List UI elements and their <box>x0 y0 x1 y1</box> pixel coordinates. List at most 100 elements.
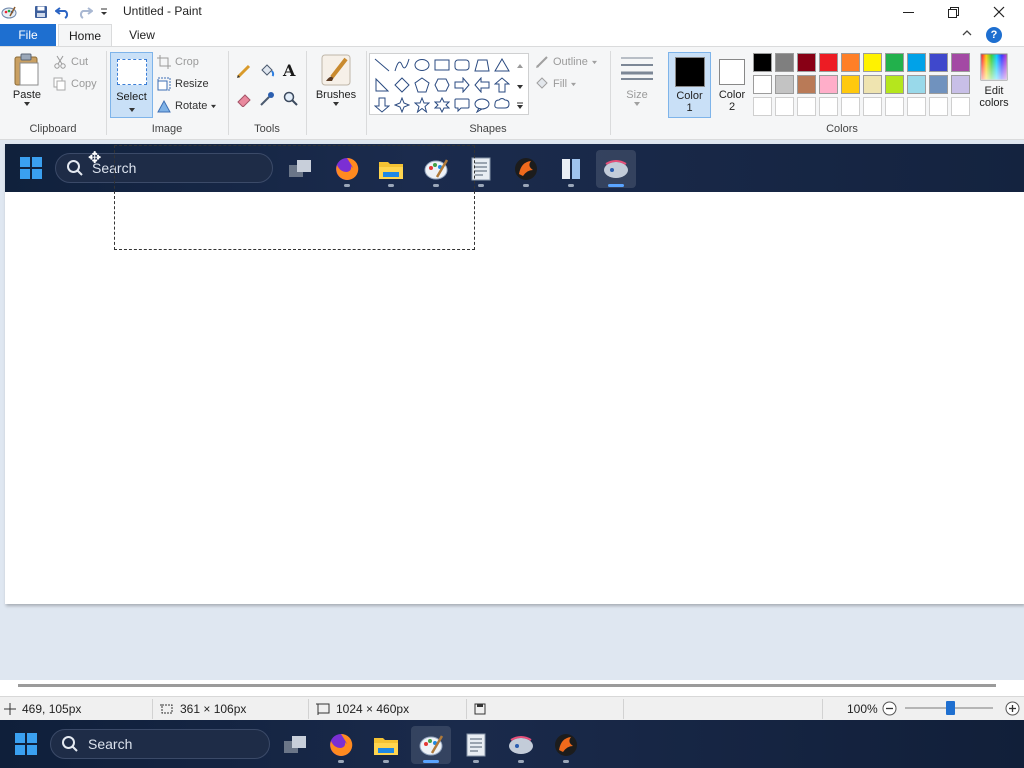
save-icon[interactable] <box>32 3 50 21</box>
color-swatch[interactable] <box>951 97 970 116</box>
minimize-button[interactable] <box>885 0 931 24</box>
color-swatch[interactable] <box>907 75 926 94</box>
magnifier-icon[interactable] <box>283 91 299 110</box>
bird-app-icon[interactable] <box>546 726 586 764</box>
color-swatch[interactable] <box>929 75 948 94</box>
color-swatch[interactable] <box>929 97 948 116</box>
maximize-button[interactable] <box>930 0 976 24</box>
color-swatch[interactable] <box>863 75 882 94</box>
color-swatch[interactable] <box>885 53 904 72</box>
edit-colors-button[interactable]: Edit colors <box>975 53 1013 109</box>
color-swatch[interactable] <box>819 97 838 116</box>
close-button[interactable] <box>976 0 1022 24</box>
select-button[interactable]: Select <box>110 52 153 118</box>
color-swatch[interactable] <box>841 75 860 94</box>
right-arrow-shape-icon[interactable] <box>453 76 471 94</box>
firefox-icon[interactable] <box>321 726 361 764</box>
rectangle-shape-icon[interactable] <box>433 56 451 74</box>
customize-quick-access-icon[interactable] <box>95 3 113 21</box>
right-triangle-shape-icon[interactable] <box>373 76 391 94</box>
pencil-icon[interactable] <box>236 63 252 82</box>
size-button[interactable]: Size <box>616 55 658 107</box>
pentagon-shape-icon[interactable] <box>413 76 431 94</box>
rotate-button[interactable]: Rotate <box>157 99 217 113</box>
redo-icon[interactable] <box>76 3 94 21</box>
color-swatch[interactable] <box>885 97 904 116</box>
windows-start-icon[interactable] <box>15 733 37 758</box>
cut-button[interactable]: Cut <box>53 55 88 69</box>
color-swatch[interactable] <box>863 53 882 72</box>
paste-button[interactable]: Paste <box>8 53 46 107</box>
zoom-in-icon[interactable] <box>1005 701 1020 719</box>
snipping-tool-icon[interactable] <box>501 726 541 764</box>
color-swatch[interactable] <box>951 53 970 72</box>
crop-button[interactable]: Crop <box>157 55 199 69</box>
color-swatch[interactable] <box>753 53 772 72</box>
shapes-expand-icon[interactable] <box>516 99 524 113</box>
color-swatch[interactable] <box>797 75 816 94</box>
horizontal-scrollbar[interactable] <box>18 684 996 687</box>
color-2-button[interactable]: Color 2 <box>713 52 751 118</box>
up-arrow-shape-icon[interactable] <box>493 76 511 94</box>
tab-home[interactable]: Home <box>58 24 112 46</box>
color-swatch[interactable] <box>819 75 838 94</box>
drawing-canvas[interactable]: Search ✥ <box>5 144 1024 604</box>
five-point-star-shape-icon[interactable] <box>413 96 431 114</box>
collapse-ribbon-icon[interactable] <box>962 26 972 40</box>
zoom-slider-thumb[interactable] <box>946 701 955 715</box>
text-editor-icon[interactable] <box>456 726 496 764</box>
resize-button[interactable]: Resize <box>157 77 209 91</box>
four-point-star-shape-icon[interactable] <box>393 96 411 114</box>
color-swatch[interactable] <box>775 53 794 72</box>
color-swatch[interactable] <box>841 53 860 72</box>
polygon-shape-icon[interactable] <box>473 56 491 74</box>
help-icon[interactable]: ? <box>986 27 1002 43</box>
oval-shape-icon[interactable] <box>413 56 431 74</box>
eraser-icon[interactable] <box>236 91 252 110</box>
brushes-button[interactable]: Brushes <box>312 53 360 107</box>
copy-button[interactable]: Copy <box>53 77 97 91</box>
paint-app-icon[interactable] <box>0 3 18 21</box>
task-view-icon[interactable] <box>276 726 316 764</box>
rounded-rectangle-shape-icon[interactable] <box>453 56 471 74</box>
color-swatch[interactable] <box>863 97 882 116</box>
line-shape-icon[interactable] <box>373 56 391 74</box>
shapes-scroll-down-icon[interactable] <box>516 79 524 93</box>
curve-shape-icon[interactable] <box>393 56 411 74</box>
file-explorer-icon[interactable] <box>366 726 406 764</box>
color-swatch[interactable] <box>753 75 772 94</box>
color-swatch[interactable] <box>775 75 794 94</box>
left-arrow-shape-icon[interactable] <box>473 76 491 94</box>
shapes-scroll-up-icon[interactable] <box>516 58 524 72</box>
color-swatch[interactable] <box>907 97 926 116</box>
tab-file[interactable]: File <box>0 24 56 46</box>
color-swatch[interactable] <box>797 53 816 72</box>
down-arrow-shape-icon[interactable] <box>373 96 391 114</box>
fill-button[interactable]: Fill <box>535 77 577 91</box>
color-picker-icon[interactable] <box>259 91 275 110</box>
color-swatch[interactable] <box>841 97 860 116</box>
color-swatch[interactable] <box>885 75 904 94</box>
undo-icon[interactable] <box>54 3 72 21</box>
color-swatch[interactable] <box>819 53 838 72</box>
tab-view[interactable]: View <box>116 24 168 46</box>
paint-taskbar-icon[interactable] <box>411 726 451 764</box>
cloud-callout-shape-icon[interactable] <box>493 96 511 114</box>
triangle-shape-icon[interactable] <box>493 56 511 74</box>
color-1-button[interactable]: Color 1 <box>668 52 711 118</box>
oval-callout-shape-icon[interactable] <box>473 96 491 114</box>
zoom-out-icon[interactable] <box>882 701 897 719</box>
six-point-star-shape-icon[interactable] <box>433 96 451 114</box>
text-tool-icon[interactable]: A <box>283 61 295 80</box>
color-swatch[interactable] <box>753 97 772 116</box>
fill-bucket-icon[interactable] <box>259 63 275 82</box>
color-swatch[interactable] <box>951 75 970 94</box>
hexagon-shape-icon[interactable] <box>433 76 451 94</box>
color-swatch[interactable] <box>775 97 794 116</box>
rounded-callout-shape-icon[interactable] <box>453 96 471 114</box>
diamond-shape-icon[interactable] <box>393 76 411 94</box>
outline-button[interactable]: Outline <box>535 55 598 69</box>
color-swatch[interactable] <box>797 97 816 116</box>
taskbar-search-box[interactable]: Search <box>50 729 270 759</box>
color-swatch[interactable] <box>929 53 948 72</box>
